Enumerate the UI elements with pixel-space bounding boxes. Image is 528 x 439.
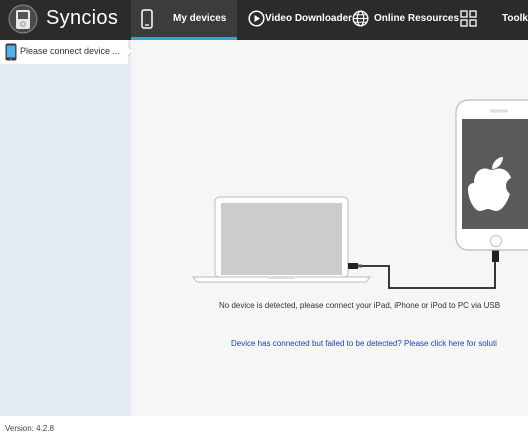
usb-cable-illustration [348,249,499,289]
top-navigation-bar: Syncios My devices Video Downloader Onli… [0,0,528,40]
tab-online-resources[interactable]: Online Resources [348,0,460,40]
phone-icon [5,43,17,61]
tab-my-devices-label: My devices [173,13,227,24]
main-content: No device is detected, please connect yo… [131,40,528,416]
globe-icon [352,10,369,27]
tab-online-resources-label: Online Resources [374,13,460,24]
detection-help-link[interactable]: Device has connected but failed to be de… [231,339,497,348]
no-device-message: No device is detected, please connect yo… [219,301,501,310]
tab-video-downloader-label: Video Downloader [265,13,353,24]
version-label: Version: 4.2.8 [5,424,54,433]
status-footer: Version: 4.2.8 [0,416,528,439]
app-title: Syncios [46,7,119,29]
tab-my-devices[interactable]: My devices [131,0,237,40]
tab-toolkit[interactable]: Toolkit [496,0,528,40]
iphone-illustration [455,99,528,251]
device-sidebar: Please connect device ... [0,40,134,416]
sidebar-item-connect-device[interactable]: Please connect device ... [0,40,134,64]
laptop-usb-phone-illustration [191,99,528,289]
ipod-logo-icon [8,4,38,34]
tab-video-downloader[interactable]: Video Downloader [238,0,352,40]
tab-tiles[interactable] [458,0,478,40]
play-circle-icon [248,10,265,27]
grid-tiles-icon [460,10,477,27]
phone-icon [141,9,153,29]
tab-toolkit-label: Toolkit [502,13,528,24]
sidebar-item-label: Please connect device ... [20,46,121,56]
laptop-illustration [191,196,372,283]
